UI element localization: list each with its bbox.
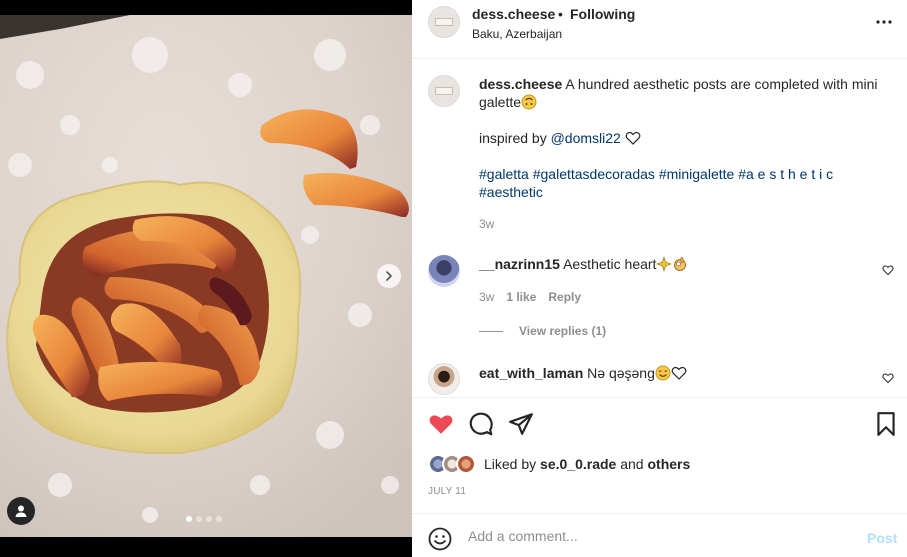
liked-by-prefix: Liked by <box>484 456 537 472</box>
more-horizontal-icon[interactable] <box>874 12 894 32</box>
liked-heart-icon[interactable] <box>428 411 454 437</box>
caption-username[interactable]: dess.cheese <box>479 76 562 92</box>
add-comment-bar: Post <box>412 513 907 557</box>
post-location[interactable]: Baku, Azerbaijan <box>472 27 562 41</box>
carousel-indicator <box>186 516 222 522</box>
share-icon[interactable] <box>508 411 534 437</box>
liked-by-conjunction: and <box>620 456 644 472</box>
hashtag-link[interactable]: #galettasdecoradas <box>533 166 655 182</box>
commenter-avatar[interactable] <box>428 255 460 287</box>
liker-avatar[interactable] <box>456 454 476 474</box>
post-header: dess.cheese • Following Baku, Azerbaijan <box>412 0 907 59</box>
hashtag-link[interactable]: #minigalette <box>659 166 735 182</box>
caption-author-avatar[interactable] <box>428 75 460 107</box>
comment-username[interactable]: __nazrinn15 <box>479 256 560 272</box>
bookmark-icon[interactable] <box>873 411 899 437</box>
white-heart-icon <box>671 366 687 380</box>
post-date[interactable]: JULY 11 <box>428 486 466 497</box>
likes-summary: Liked by se.0_0.rade and others <box>428 454 690 474</box>
next-slide-button[interactable] <box>377 264 401 288</box>
author-avatar[interactable] <box>428 6 460 38</box>
liked-by-others[interactable]: others <box>647 456 690 472</box>
caption-time[interactable]: 3w <box>479 217 494 231</box>
liked-by-user[interactable]: se.0_0.rade <box>540 456 616 472</box>
comment-text: Aesthetic heart <box>563 256 657 272</box>
smiling-face-icon <box>655 365 671 381</box>
post-details-panel: dess.cheese • Following Baku, Azerbaijan… <box>412 0 907 557</box>
post-comment-button[interactable]: Post <box>867 530 897 546</box>
galette-photo[interactable] <box>0 15 412 537</box>
inspired-by-label: inspired by <box>479 130 547 146</box>
carousel-dot <box>216 516 222 522</box>
reply-button[interactable]: Reply <box>548 290 581 304</box>
comment-icon[interactable] <box>468 411 494 437</box>
sparkle-hands-icon <box>656 256 673 272</box>
liked-by-text: Liked by se.0_0.rade and others <box>484 456 690 472</box>
commenter-avatar[interactable] <box>428 363 460 395</box>
comment-input[interactable] <box>468 528 848 544</box>
replies-divider <box>479 330 503 332</box>
mention-link[interactable]: @domsli22 <box>551 130 621 146</box>
carousel-dot <box>186 516 192 522</box>
comment: eat_with_laman Nə qəşəng <box>479 365 687 381</box>
comment-username[interactable]: eat_with_laman <box>479 365 583 381</box>
ok-hand-icon <box>674 257 687 271</box>
carousel-dot <box>206 516 212 522</box>
post-actions <box>412 397 907 447</box>
upside-down-face-icon <box>521 94 537 110</box>
view-replies-button[interactable]: View replies (1) <box>479 324 606 338</box>
tagged-users-button[interactable] <box>7 497 35 525</box>
following-button[interactable]: Following <box>570 6 635 22</box>
comment-text: Nə qəşəng <box>587 365 655 381</box>
hashtag-link[interactable]: #a e s t h e t i c <box>738 166 833 182</box>
comment-time[interactable]: 3w <box>479 290 494 304</box>
like-comment-heart-icon[interactable] <box>882 372 894 384</box>
carousel-dot <box>196 516 202 522</box>
hashtag-list: #galetta #galettasdecoradas #minigalette… <box>479 165 889 201</box>
header-separator: • <box>558 6 563 22</box>
comment-meta: 3w 1 like Reply <box>479 290 581 304</box>
user-icon <box>15 505 27 517</box>
view-replies-label: View replies (1) <box>519 324 607 338</box>
liker-avatars[interactable] <box>428 454 480 474</box>
caption: dess.cheese A hundred aesthetic posts ar… <box>479 75 889 201</box>
emoji-icon[interactable] <box>428 527 452 551</box>
like-comment-heart-icon[interactable] <box>882 264 894 276</box>
comment: __nazrinn15 Aesthetic heart <box>479 256 688 272</box>
author-username[interactable]: dess.cheese <box>472 6 555 22</box>
hashtag-link[interactable]: #aesthetic <box>479 184 543 200</box>
instagram-post: dess.cheese • Following Baku, Azerbaijan… <box>0 0 907 557</box>
hashtag-link[interactable]: #galetta <box>479 166 529 182</box>
comment-likes[interactable]: 1 like <box>506 290 536 304</box>
post-media <box>0 0 412 557</box>
white-heart-icon <box>625 131 641 145</box>
chevron-right-icon <box>386 271 392 281</box>
